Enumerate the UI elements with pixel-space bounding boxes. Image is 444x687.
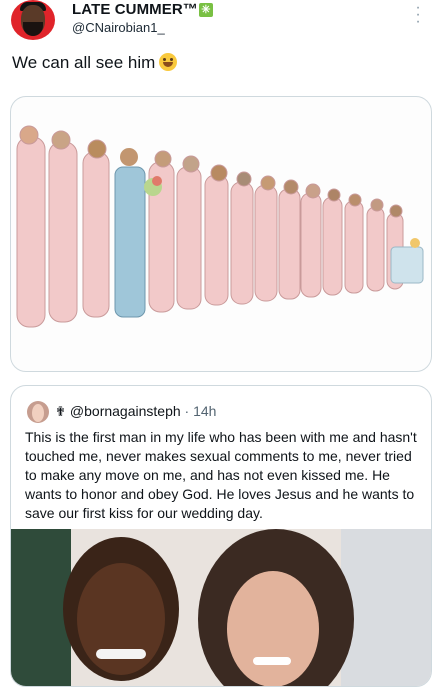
quoted-author-handle[interactable]: @bornagainsteph	[70, 403, 181, 419]
quoted-tweet-meta: ✟ @bornagainsteph · 14h	[55, 403, 216, 420]
author-name-text: LATE CUMMER™	[72, 1, 198, 18]
sparkle-emoji-icon: ✳	[198, 3, 213, 17]
tweet-body: We can all see him	[12, 53, 178, 73]
tweet-media-image[interactable]	[10, 96, 432, 372]
quoted-separator: ·	[184, 403, 190, 419]
grinning-sweat-emoji-icon	[159, 53, 178, 71]
quoted-tweet-text: This is the first man in my life who has…	[25, 429, 417, 521]
quoted-tweet-photo[interactable]	[11, 529, 431, 687]
cartoon-illustration	[16, 125, 424, 328]
quoted-timestamp[interactable]: 14h	[193, 403, 216, 419]
cross-icon: ✟	[55, 404, 66, 419]
author-display-name[interactable]: LATE CUMMER™ ✳	[72, 1, 213, 18]
author-handle[interactable]: @CNairobian1_	[72, 20, 165, 35]
tweet-text: We can all see him	[12, 53, 156, 72]
tweet-header: LATE CUMMER™ ✳ @CNairobian1_ · · ·	[0, 0, 444, 48]
quoted-author-avatar[interactable]	[27, 401, 49, 423]
avatar-beard	[23, 22, 43, 36]
quoted-tweet[interactable]: ✟ @bornagainsteph · 14h This is the first…	[10, 385, 432, 687]
author-avatar[interactable]	[11, 0, 55, 40]
more-options-icon[interactable]: · · ·	[412, 0, 424, 30]
